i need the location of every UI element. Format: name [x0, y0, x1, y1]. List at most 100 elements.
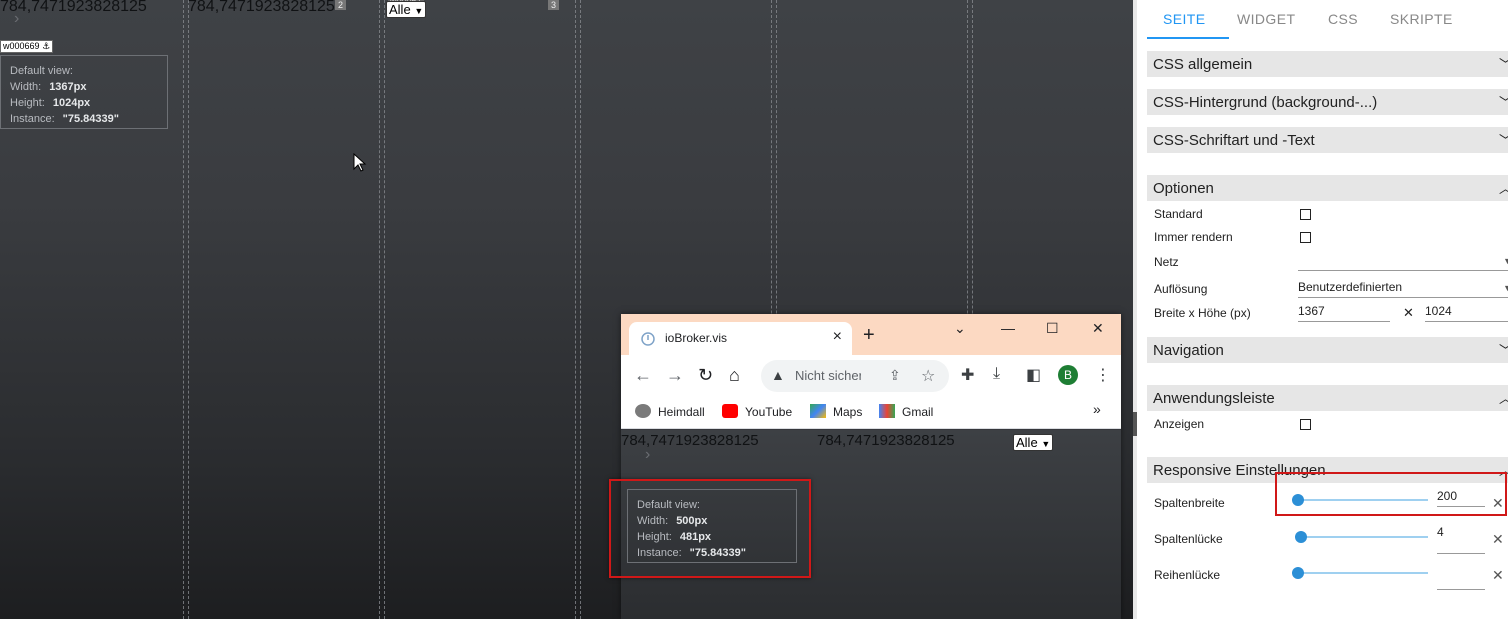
value-widget-text[interactable]: 784,7471923828125 — [0, 0, 147, 16]
extensions-icon[interactable]: ✚ — [961, 365, 974, 385]
browser-titlebar[interactable]: ioBroker.vis × + ⌄ — ☐ ✕ — [621, 314, 1121, 355]
section-title: Navigation — [1153, 342, 1224, 359]
size-label: Breite x Höhe (px) — [1154, 306, 1251, 320]
address-bar[interactable]: ▲ Nicht sicher ⇪ ☆ — [761, 360, 949, 392]
info-instance-row: Instance: "75.84339" — [10, 113, 119, 125]
panel-resize-handle[interactable] — [1133, 412, 1137, 436]
widget-id-badge: w000669 ⚓ — [0, 40, 54, 53]
maximize-icon[interactable]: ☐ — [1046, 320, 1059, 337]
info-title: Default view: — [10, 65, 73, 77]
active-tab-indicator — [1147, 37, 1229, 39]
value-widget-text[interactable]: 784,7471923828125 — [621, 432, 759, 449]
row-gap-label: Reihenlücke — [1154, 568, 1221, 582]
column-guide — [183, 0, 184, 619]
close-tab-icon[interactable]: × — [833, 328, 842, 346]
grid-label: Netz — [1154, 255, 1179, 269]
widget-badge: 2 — [335, 0, 347, 10]
section-css-background[interactable]: CSS-Hintergrund (background-...) ﹀ — [1147, 89, 1508, 115]
gmail-icon — [879, 404, 895, 418]
standard-checkbox[interactable] — [1300, 209, 1311, 220]
bookmark-gmail[interactable]: Gmail — [879, 404, 933, 419]
star-icon[interactable]: ☆ — [921, 366, 935, 386]
anchor-icon[interactable]: ⚓ — [42, 41, 50, 51]
value-widget-text[interactable]: 784,7471923828125 — [817, 432, 955, 449]
highlight-frame — [1275, 472, 1507, 516]
column-guide — [379, 0, 380, 619]
tab-seite[interactable]: SEITE — [1163, 11, 1205, 27]
download-icon[interactable]: ⤓ — [993, 365, 1000, 383]
minimize-icon[interactable]: — — [1001, 320, 1015, 336]
close-window-icon[interactable]: ✕ — [1092, 320, 1104, 337]
home-icon[interactable]: ⌂ — [729, 365, 740, 386]
bookmark-maps[interactable]: Maps — [810, 404, 862, 419]
forward-icon[interactable]: → — [666, 365, 684, 386]
column-width-label: Spaltenbreite — [1154, 496, 1225, 510]
section-app-bar[interactable]: Anwendungsleiste ︿ — [1147, 385, 1508, 411]
bookmark-youtube[interactable]: YouTube — [722, 404, 792, 419]
tab-search-icon[interactable]: ⌄ — [954, 320, 966, 337]
chevron-right-icon[interactable]: › — [14, 10, 19, 28]
filter-select[interactable]: Alle ▼ — [1013, 434, 1054, 451]
always-render-checkbox[interactable] — [1300, 232, 1311, 243]
section-title: CSS-Hintergrund (background-...) — [1153, 94, 1378, 111]
new-tab-icon[interactable]: + — [863, 324, 875, 347]
info-width-row: Width: 1367px — [10, 81, 87, 93]
chevron-up-icon: ︿ — [1499, 385, 1508, 413]
filter-select[interactable]: Alle ▼ — [386, 1, 427, 18]
menu-icon[interactable]: ⋮ — [1095, 365, 1111, 385]
show-checkbox[interactable] — [1300, 419, 1311, 430]
row-gap-slider-thumb[interactable] — [1292, 567, 1304, 579]
share-icon[interactable]: ⇪ — [889, 367, 901, 384]
address-text[interactable]: Nicht sicher — [795, 368, 861, 383]
widget-id-label: w000669 — [3, 41, 40, 51]
heimdall-icon — [635, 404, 651, 418]
section-css-general[interactable]: CSS allgemein ﹀ — [1147, 51, 1508, 77]
tab-css[interactable]: CSS — [1328, 11, 1358, 27]
column-guide — [384, 0, 385, 619]
tab-widget[interactable]: WIDGET — [1237, 11, 1295, 27]
chevron-down-icon: ﹀ — [1499, 51, 1508, 79]
section-title: Optionen — [1153, 180, 1214, 197]
filter-select-value: Alle — [1016, 435, 1038, 450]
profile-avatar[interactable]: B — [1058, 365, 1078, 385]
bookmarks-bar: Heimdall YouTube Maps Gmail » — [621, 395, 1121, 429]
row-gap-input[interactable] — [1437, 561, 1485, 590]
column-gap-input[interactable]: 4 — [1437, 525, 1485, 554]
row-gap-slider[interactable] — [1297, 572, 1428, 574]
properties-panel: SEITE WIDGET CSS SKRIPTE CSS allgemein ﹀… — [1133, 0, 1508, 619]
show-label: Anzeigen — [1154, 417, 1205, 431]
column-guide — [575, 0, 576, 619]
tab-title: ioBroker.vis — [665, 331, 728, 345]
grid-select[interactable]: ▼ — [1298, 253, 1508, 271]
filter-select-value: Alle — [389, 2, 411, 17]
value-widget-text[interactable]: 784,7471923828125 — [188, 0, 335, 16]
column-gap-slider-thumb[interactable] — [1295, 531, 1307, 543]
iobroker-favicon-icon — [641, 332, 655, 346]
bookmark-heimdall[interactable]: Heimdall — [635, 404, 705, 419]
panel-tabs: SEITE WIDGET CSS SKRIPTE — [1137, 0, 1508, 40]
section-css-font[interactable]: CSS-Schriftart und -Text ﹀ — [1147, 127, 1508, 153]
width-input[interactable]: 1367 — [1298, 304, 1390, 322]
section-options[interactable]: Optionen ︿ — [1147, 175, 1508, 201]
column-guide — [188, 0, 189, 619]
standard-label: Standard — [1154, 207, 1203, 221]
tab-skripte[interactable]: SKRIPTE — [1390, 11, 1453, 27]
section-title: CSS-Schriftart und -Text — [1153, 132, 1315, 149]
column-gap-slider[interactable] — [1297, 536, 1428, 538]
times-icon: ✕ — [1403, 305, 1414, 320]
maps-icon — [810, 404, 826, 418]
always-render-label: Immer rendern — [1154, 230, 1233, 244]
section-title: Anwendungsleiste — [1153, 390, 1275, 407]
warning-icon[interactable]: ▲ — [771, 367, 785, 383]
side-panel-icon[interactable]: ◧ — [1026, 365, 1041, 385]
browser-tab[interactable]: ioBroker.vis × — [629, 322, 852, 355]
section-navigation[interactable]: Navigation ﹀ — [1147, 337, 1508, 363]
resolution-select[interactable]: Benutzerdefinierten ▼ — [1298, 280, 1508, 298]
back-icon[interactable]: ← — [634, 365, 652, 386]
more-bookmarks-icon[interactable]: » — [1093, 401, 1101, 417]
chevron-right-icon[interactable]: › — [645, 446, 650, 464]
clear-row-gap-icon[interactable]: ✕ — [1492, 567, 1504, 584]
reload-icon[interactable]: ↻ — [698, 365, 713, 386]
clear-column-gap-icon[interactable]: ✕ — [1492, 531, 1504, 548]
height-input[interactable]: 1024 — [1425, 304, 1508, 322]
